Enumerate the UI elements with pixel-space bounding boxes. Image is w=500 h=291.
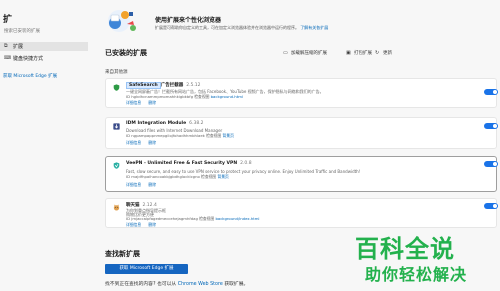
extension-title: IDM Integration Module [126, 121, 187, 126]
sidebar-title: 扩 [3, 15, 13, 25]
remove-link[interactable]: 删除 [148, 222, 156, 227]
extension-meta: ID ngpampappnmepgilojfohadhhmbhlaek 检查视图… [126, 133, 234, 139]
promo-banner: 使用扩展来个性化浏览器 扩展是可帮助你自定义的工具，可在加定义浏览器体验并在浏览… [105, 6, 395, 36]
enable-toggle[interactable] [484, 89, 498, 95]
remove-link[interactable]: 删除 [148, 140, 156, 145]
extension-id: ngpampappnmepgilojfohadhhmbhlaek [131, 133, 205, 138]
extension-name: VeePN - Unlimited Free & Fast Security V… [126, 161, 252, 166]
sidebar-item-label: 键盘快捷方式 [13, 56, 44, 62]
watermark: 百科全说 助你轻松解决 [355, 229, 500, 291]
id-label: ID [126, 94, 131, 99]
extension-card-idm: IDM Integration Module 6.38.2 Download fi… [105, 117, 498, 149]
sidebar-item-keyboard-shortcuts[interactable]: ⌨ 键盘快捷方式 [0, 54, 88, 63]
details-link[interactable]: 详细信息 [126, 182, 141, 187]
remove-link[interactable]: 删除 [148, 182, 156, 187]
other-sources-heading: 来自其他源 [105, 70, 128, 75]
keyboard-icon: ⌨ [4, 55, 12, 61]
update-button[interactable]: ↻ 更新 [375, 50, 392, 56]
extension-title: SafeSearch [126, 82, 161, 89]
details-link[interactable]: 详细信息 [126, 100, 141, 105]
update-label: 更新 [383, 51, 392, 56]
extension-actions: 详细信息 删除 [126, 140, 162, 146]
learn-more-link[interactable]: 了解有关各扩展 [300, 25, 328, 30]
banner-description: 扩展是可帮助你自定义的工具，可在加定义浏览器体验并在浏览器中运行的程序。 [155, 25, 299, 30]
search-input[interactable]: 搜索已安装的扩展 [0, 28, 86, 36]
pack-extension-button[interactable]: ▣ 打包扩展 [346, 50, 372, 56]
inspect-view-link[interactable]: background/index.html [215, 216, 259, 221]
puzzle-icon: ⧉ [4, 43, 8, 49]
extension-version: 2.0.8 [240, 161, 252, 166]
load-unpacked-button[interactable]: ▭ 加载解压缩的扩展 [283, 50, 327, 56]
inspect-view-link[interactable]: 背景页 [217, 174, 228, 179]
extension-id: majdfhpaihoncoakbjgbdhglocklcgno [131, 174, 200, 179]
extension-version: 6.38.2 [189, 121, 204, 126]
sidebar-item-label: 扩展 [13, 44, 24, 50]
extension-actions: 详细信息 删除 [126, 222, 162, 228]
extension-actions: 详细信息 删除 [126, 182, 162, 188]
shield-icon [113, 84, 120, 91]
inspect-label: 检查视图 [206, 133, 222, 138]
find-text-suffix: 获取扩展。 [224, 282, 249, 287]
extension-title-suffix: 广告拦截器 [160, 83, 184, 88]
find-extensions-text: 找不到正在查找的内容? 也可以从 Chrome Web Store 获取扩展。 [105, 280, 248, 287]
banner-title: 使用扩展来个性化浏览器 [155, 17, 222, 24]
watermark-title: 百科全说 [355, 235, 455, 263]
details-link[interactable]: 详细信息 [126, 140, 141, 145]
watermark-subtitle: 助你轻松解决 [365, 265, 468, 284]
enable-toggle[interactable] [484, 161, 498, 167]
enable-toggle[interactable] [484, 123, 498, 129]
installed-section-title: 已安装的扩展 [105, 49, 147, 57]
get-edge-extensions-button[interactable]: 获取 Microsoft Edge 扩展 [105, 264, 188, 274]
idm-icon [113, 123, 120, 130]
folder-icon: ▭ [283, 49, 288, 56]
sidebar: 扩 搜索已安装的扩展 ⧉ 扩展 ⌨ 键盘快捷方式 获取 Microsoft Ed… [0, 0, 88, 291]
cat-icon [113, 204, 120, 211]
extension-actions: 详细信息 删除 [126, 100, 162, 106]
extension-name: IDM Integration Module 6.38.2 [126, 121, 204, 126]
banner-illustration [108, 10, 136, 32]
extension-title: VeePN - Unlimited Free & Fast Security V… [126, 161, 238, 166]
extension-id: hgkdhcnammpmomahhkigbkbfg [131, 94, 194, 99]
extension-name: SafeSearch 广告拦截器 2.5.12 [126, 82, 201, 89]
inspect-label: 检查视图 [201, 174, 217, 179]
store-link[interactable]: 获取 Microsoft Edge 扩展 [3, 73, 57, 79]
extension-meta: ID majdfhpaihoncoakbjgbdhglocklcgno 检查视图… [126, 174, 229, 180]
load-unpacked-label: 加载解压缩的扩展 [291, 51, 327, 56]
inspect-label: 检查视图 [199, 216, 215, 221]
refresh-icon: ↻ [375, 49, 380, 56]
banner-text: 扩展是可帮助你自定义的工具，可在加定义浏览器体验并在浏览器中运行的程序。 了解有… [155, 25, 328, 31]
extension-version: 2.5.12 [186, 83, 201, 88]
find-extensions-title: 查找新扩展 [105, 250, 140, 258]
vpn-shield-icon [113, 162, 120, 169]
id-label: ID [126, 133, 131, 138]
id-label: ID [126, 174, 131, 179]
remove-link[interactable]: 删除 [148, 100, 156, 105]
inspect-label: 检查视图 [194, 94, 210, 99]
sidebar-item-extensions[interactable]: ⧉ 扩展 [0, 42, 88, 51]
pack-extension-label: 打包扩展 [354, 51, 372, 56]
extension-card-chat-cat: 聊天猫 2.12.4 为你划重点指导提示框 购物比价更方便 ID jmjaccal… [105, 198, 498, 228]
extension-card-veepn: VeePN - Unlimited Free & Fast Security V… [105, 156, 498, 192]
chrome-web-store-link[interactable]: Chrome Web Store [178, 282, 223, 287]
inspect-view-link[interactable]: background.html [211, 94, 243, 99]
extension-id: jmjaccalpfagedmeccehejagmhfdag [131, 216, 198, 221]
details-link[interactable]: 详细信息 [126, 222, 141, 227]
extension-card-safesearch: SafeSearch 广告拦截器 2.5.12 一键全网屏蔽广告！拦截所有网站广告，… [105, 78, 498, 108]
package-icon: ▣ [346, 49, 351, 56]
id-label: ID [126, 216, 131, 221]
enable-toggle[interactable] [484, 203, 498, 209]
find-text-prefix: 找不到正在查找的内容? 也可以从 [105, 282, 177, 287]
inspect-view-link[interactable]: 背景页 [223, 133, 234, 138]
